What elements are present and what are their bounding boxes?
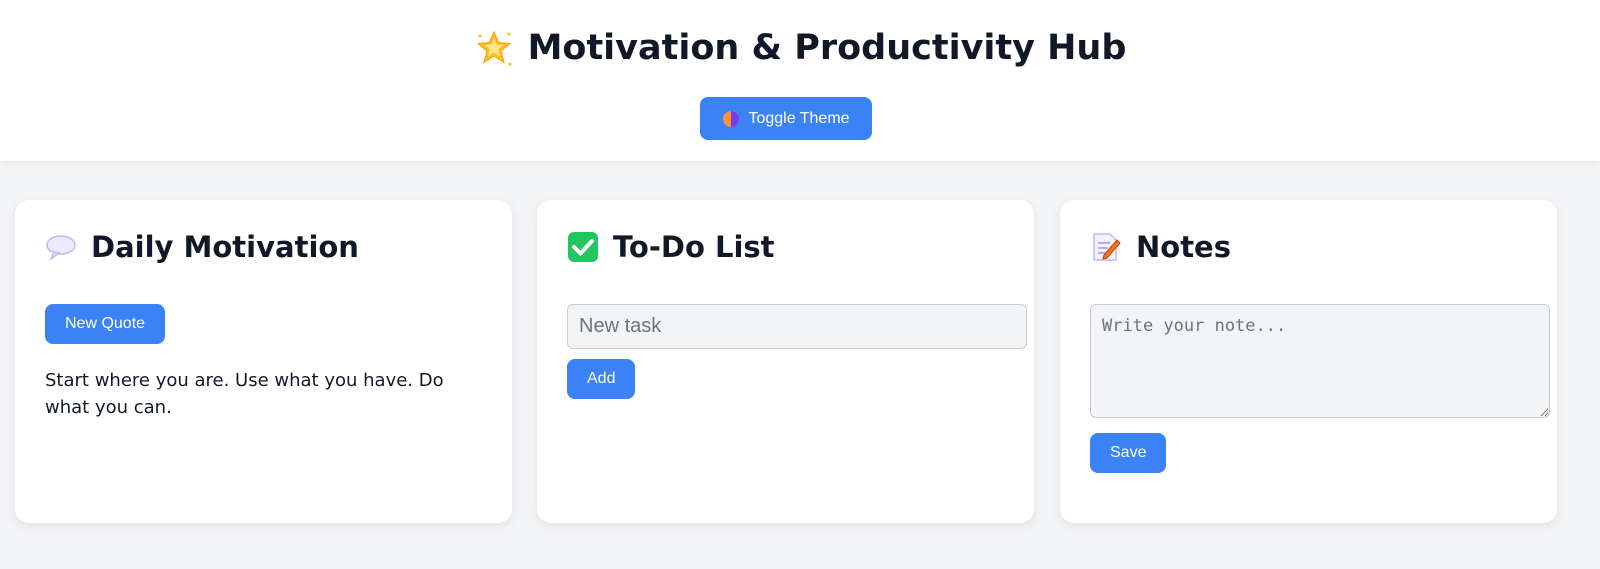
todo-title-text: To-Do List (613, 230, 775, 264)
toggle-theme-label: Toggle Theme (748, 109, 850, 127)
page-title-text: Motivation & Productivity Hub (527, 28, 1127, 68)
todo-card: To-Do List Add (537, 200, 1034, 523)
save-note-button[interactable]: Save (1090, 433, 1167, 473)
add-task-button[interactable]: Add (567, 359, 636, 399)
quote-text: Start where you are. Use what you have. … (45, 370, 444, 418)
todo-card-title: To-Do List (567, 230, 775, 264)
notes-title-text: Notes (1136, 230, 1231, 264)
check-mark-icon (567, 231, 599, 263)
motivation-card-title: Daily Motivation (45, 230, 359, 264)
new-task-input[interactable] (567, 304, 1027, 349)
new-quote-button[interactable]: New Quote (45, 304, 166, 344)
notes-card-title: Notes (1090, 230, 1231, 264)
memo-icon (1090, 231, 1122, 263)
glowing-star-icon (474, 28, 514, 68)
speech-balloon-icon (45, 231, 77, 263)
half-moon-theme-icon (722, 110, 740, 128)
note-textarea[interactable] (1090, 304, 1550, 418)
toggle-theme-button[interactable]: Toggle Theme (700, 97, 872, 140)
motivation-card: Daily Motivation New Quote Start where y… (15, 200, 512, 523)
motivation-title-text: Daily Motivation (91, 230, 359, 264)
app-header: Motivation & Productivity Hub Toggle The… (0, 0, 1600, 161)
page-title: Motivation & Productivity Hub (0, 28, 1600, 68)
notes-card: Notes Save (1060, 200, 1557, 523)
